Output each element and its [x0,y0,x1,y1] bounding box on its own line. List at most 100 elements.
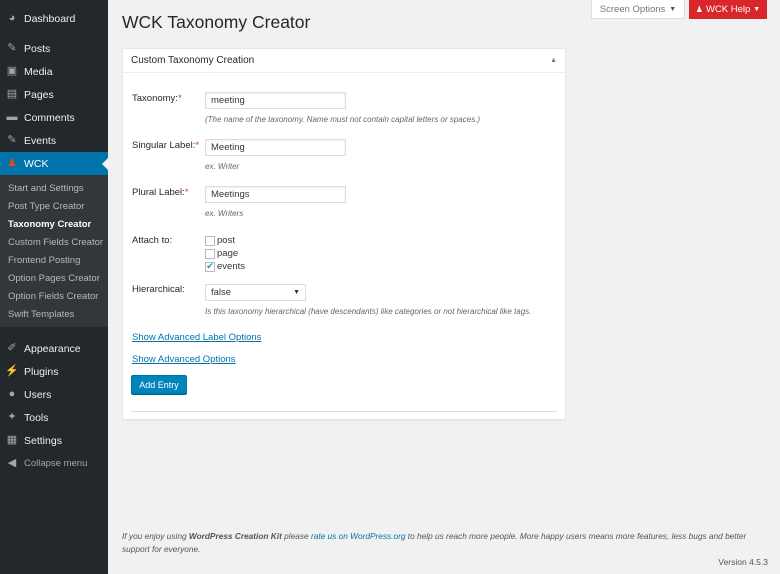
singular-hint: ex. Writer [205,162,240,171]
wrench-icon: ✦ [7,411,17,423]
sidebar-item-label: Settings [24,434,62,447]
footer-text-part: please [281,531,311,541]
submenu-custom-fields-creator[interactable]: Custom Fields Creator [8,237,103,248]
attach-page-option[interactable]: page [205,248,238,259]
settings-icon: ▦ [6,434,18,446]
attach-events-checkbox[interactable]: ✔ [205,261,215,272]
submenu-frontend-posting[interactable]: Frontend Posting [8,255,80,266]
collapse-icon: ◀ [7,457,17,469]
sidebar-item-label: Dashboard [24,12,76,25]
taxonomy-label: Taxonomy:* [132,93,182,104]
brush-icon: ✐ [7,342,17,354]
singular-label: Singular Label:* [132,140,199,151]
sidebar-item-comments[interactable]: ▬ Comments [0,106,108,129]
checkmark-icon: ✔ [206,261,214,271]
taxonomy-hint: (The name of the taxonomy. Name must not… [205,115,481,124]
singular-label-text: Singular Label: [132,140,196,151]
sidebar-item-wck[interactable]: ♟ WCK [0,152,108,175]
attach-post-checkbox[interactable] [205,235,215,246]
rate-us-link[interactable]: rate us on WordPress.org [311,531,406,541]
chevron-down-icon: ▼ [669,5,677,13]
show-advanced-label-options-link[interactable]: Show Advanced Label Options [132,332,261,343]
sidebar-item-label: Pages [24,88,54,101]
screen-options-button[interactable]: Screen Options ▼ [591,0,685,19]
sidebar-item-label: Appearance [24,342,81,355]
attach-page-checkbox[interactable] [205,248,215,259]
plural-hint: ex. Writers [205,209,244,218]
collapse-menu-label: Collapse menu [24,458,88,469]
hierarchical-label: Hierarchical: [132,284,185,295]
user-icon: ● [8,388,16,400]
sidebar-item-users[interactable]: ● Users [0,383,108,406]
pin-icon: ✎ [7,42,17,54]
sidebar-item-events[interactable]: ✎ Events [0,129,108,152]
chevron-down-icon: ▼ [753,6,761,13]
taxonomy-input[interactable] [205,92,346,109]
submenu-start-settings[interactable]: Start and Settings [8,183,84,194]
plural-label-text: Plural Label: [132,187,185,198]
attach-option-label: post [217,235,235,246]
panel-divider [131,411,557,412]
version-label: Version 4.5.3 [718,557,768,567]
add-entry-button[interactable]: Add Entry [131,375,187,394]
attach-post-option[interactable]: post [205,235,235,246]
page-icon: ▤ [6,88,18,100]
screen-options-label: Screen Options [599,3,666,15]
sidebar-item-settings[interactable]: ▦ Settings [0,429,108,452]
sidebar-item-pages[interactable]: ▤ Pages [0,83,108,106]
submenu-post-type-creator[interactable]: Post Type Creator [8,201,84,212]
hierarchical-hint: Is this taxonomy hierarchical (have desc… [205,307,532,316]
sidebar-item-appearance[interactable]: ✐ Appearance [0,337,108,360]
required-marker: * [195,140,200,151]
attach-option-label: page [217,248,239,259]
sidebar-item-tools[interactable]: ✦ Tools [0,406,108,429]
submenu-taxonomy-creator[interactable]: Taxonomy Creator [8,219,91,230]
admin-sidebar: ◕ Dashboard ✎ Posts ▣ Media ▤ Pages ▬ Co… [0,0,108,574]
show-advanced-options-link[interactable]: Show Advanced Options [132,354,236,365]
wck-submenu: Start and Settings Post Type Creator Tax… [0,175,108,327]
sidebar-item-label: Users [24,388,52,401]
hierarchical-select[interactable]: false ▼ [205,284,306,301]
page-title: WCK Taxonomy Creator [122,12,311,32]
singular-label-input[interactable] [205,139,346,156]
taxonomy-creation-panel: Custom Taxonomy Creation ▲ Taxonomy:* (T… [122,48,566,420]
collapse-menu-button[interactable]: ◀ Collapse menu [0,452,108,475]
collapse-toggle-icon[interactable]: ▲ [550,57,557,64]
sidebar-item-label: WCK [24,157,49,170]
required-marker: * [177,93,182,104]
plugin-icon: ⚡ [5,365,19,377]
attach-events-option[interactable]: ✔ events [205,261,245,272]
sidebar-item-label: Media [24,65,53,78]
sidebar-item-media[interactable]: ▣ Media [0,60,108,83]
comment-icon: ▬ [6,111,18,123]
sidebar-item-label: Posts [24,42,51,55]
required-marker: * [184,187,189,198]
attach-option-label: events [217,261,245,272]
submenu-option-pages-creator[interactable]: Option Pages Creator [8,273,100,284]
footer-brand: WordPress Creation Kit [188,531,282,541]
sidebar-item-plugins[interactable]: ⚡ Plugins [0,360,108,383]
dashboard-icon: ◕ [8,12,16,24]
wck-help-button[interactable]: ♟ WCK Help ▼ [689,0,767,19]
submenu-swift-templates[interactable]: Swift Templates [8,309,74,320]
hierarchical-value: false [211,287,232,298]
wck-icon: ♟ [7,157,17,169]
footer-text-part: If you enjoy using [122,531,189,541]
sidebar-item-posts[interactable]: ✎ Posts [0,37,108,60]
footer-text: If you enjoy using WordPress Creation Ki… [122,530,772,556]
sidebar-item-label: Events [24,134,57,147]
taxonomy-label-text: Taxonomy: [132,93,178,104]
sidebar-item-label: Plugins [24,365,59,378]
plural-label: Plural Label:* [132,187,189,198]
panel-header[interactable]: Custom Taxonomy Creation ▲ [123,49,565,73]
sidebar-item-label: Comments [24,111,75,124]
submenu-option-fields-creator[interactable]: Option Fields Creator [8,291,98,302]
panel-title: Custom Taxonomy Creation [131,55,255,66]
chevron-down-icon: ▼ [293,289,300,296]
sidebar-item-dashboard[interactable]: ◕ Dashboard [0,7,108,30]
media-icon: ▣ [6,65,18,77]
help-icon: ♟ [695,5,703,14]
pin-icon: ✎ [7,134,17,146]
wck-help-label: WCK Help [705,4,751,15]
plural-label-input[interactable] [205,186,346,203]
